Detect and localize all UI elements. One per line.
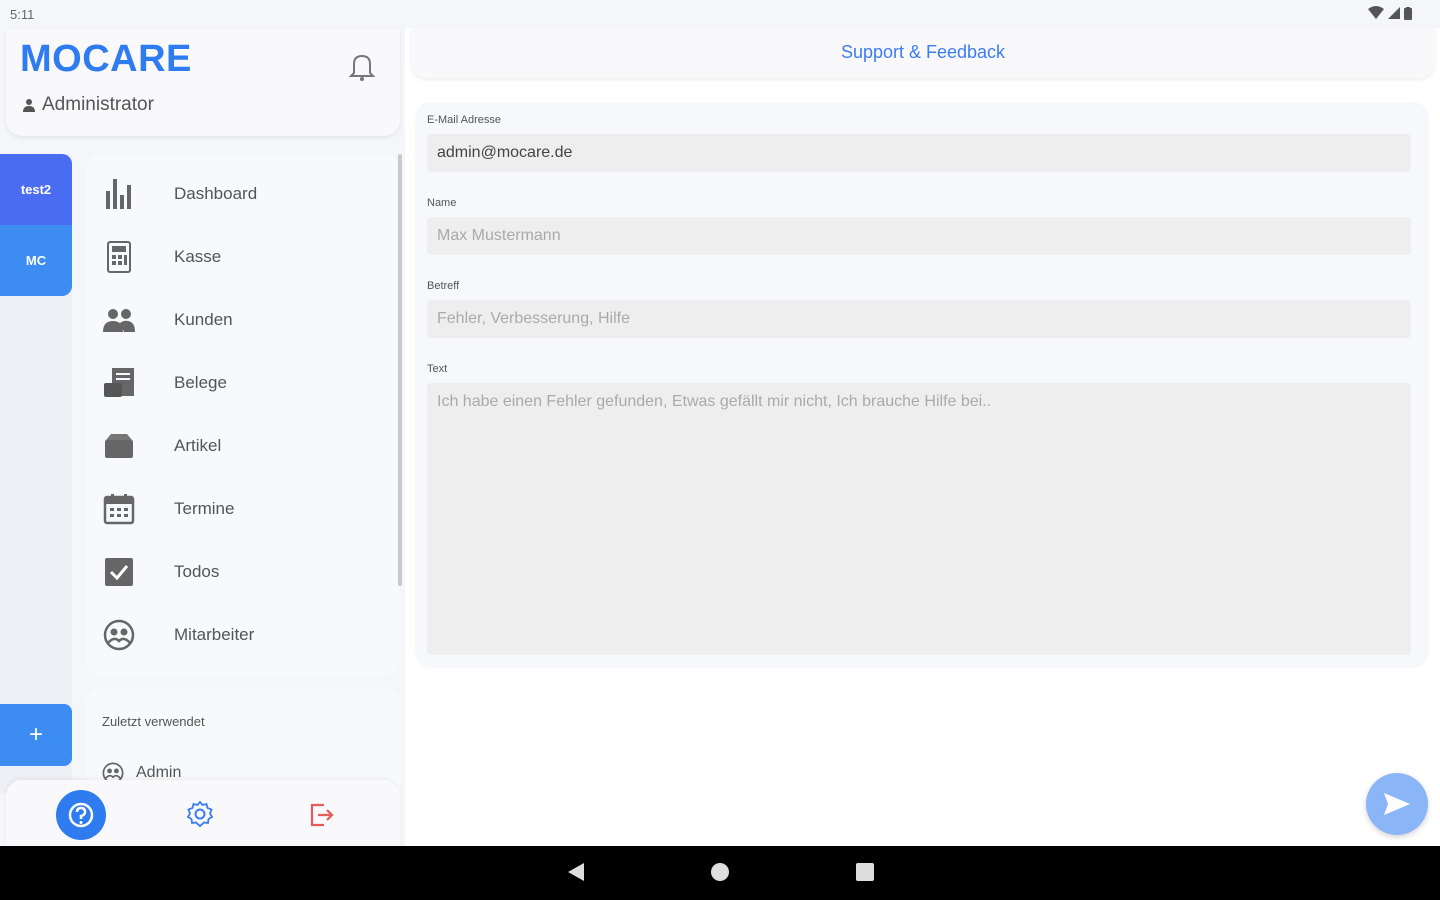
email-field[interactable]: admin@mocare.de bbox=[427, 134, 1411, 172]
menu-label: Dashboard bbox=[174, 183, 258, 203]
help-icon bbox=[68, 802, 94, 828]
subject-label: Betreff bbox=[427, 280, 460, 292]
tenant-switcher: test2 MC bbox=[0, 154, 72, 296]
menu-label: Termine bbox=[174, 498, 235, 518]
signal-icon bbox=[1388, 7, 1400, 19]
checkbox-icon bbox=[102, 555, 136, 589]
page-title: Support & Feedback bbox=[840, 42, 1006, 62]
menu-label: Todos bbox=[174, 561, 220, 581]
main-menu: Dashboard Kasse Kunden Belege Artikel Te… bbox=[86, 154, 400, 676]
recent-title: Zuletzt verwendet bbox=[102, 714, 205, 729]
menu-item-termine[interactable]: Termine bbox=[86, 477, 386, 540]
employees-icon bbox=[102, 618, 136, 652]
user-role: Administrator bbox=[22, 94, 154, 116]
box-icon bbox=[102, 429, 136, 463]
tenant-test2[interactable]: test2 bbox=[0, 154, 72, 225]
message-textarea[interactable]: Ich habe einen Fehler gefunden, Etwas ge… bbox=[427, 383, 1411, 655]
back-icon bbox=[568, 863, 584, 881]
add-tenant-button[interactable]: + bbox=[0, 704, 72, 766]
calculator-icon bbox=[102, 240, 136, 274]
help-button[interactable] bbox=[56, 790, 106, 840]
menu-item-dashboard[interactable]: Dashboard bbox=[86, 162, 386, 225]
wifi-icon bbox=[1368, 6, 1384, 19]
send-icon bbox=[1384, 793, 1410, 815]
gear-icon bbox=[186, 800, 214, 828]
calendar-icon bbox=[102, 492, 136, 526]
notification-button[interactable] bbox=[348, 52, 376, 87]
system-navigation-bar bbox=[0, 846, 1440, 900]
bar-chart-icon bbox=[102, 177, 136, 211]
recents-button[interactable] bbox=[855, 862, 875, 887]
name-label: Name bbox=[427, 197, 457, 209]
subject-field[interactable]: Fehler, Verbesserung, Hilfe bbox=[427, 300, 1411, 338]
system-icons bbox=[1368, 6, 1412, 20]
recents-icon bbox=[856, 863, 874, 881]
back-button[interactable] bbox=[566, 862, 586, 887]
person-icon bbox=[23, 99, 35, 112]
left-panel: MOCARE Administrator test2 MC Dashboard … bbox=[0, 28, 405, 846]
home-icon bbox=[711, 863, 729, 881]
logout-button[interactable] bbox=[308, 802, 336, 833]
logout-icon bbox=[310, 803, 334, 827]
receipt-icon bbox=[102, 366, 136, 400]
home-button[interactable] bbox=[710, 862, 730, 887]
bottom-toolbar bbox=[6, 780, 400, 846]
menu-item-mitarbeiter[interactable]: Mitarbeiter bbox=[86, 603, 386, 666]
text-label: Text bbox=[427, 363, 448, 375]
menu-label: Kasse bbox=[174, 246, 222, 266]
menu-label: Belege bbox=[174, 372, 227, 392]
page-header: Support & Feedback bbox=[411, 28, 1435, 78]
menu-label: Mitarbeiter bbox=[174, 624, 255, 644]
menu-item-belege[interactable]: Belege bbox=[86, 351, 386, 414]
brand-card: MOCARE Administrator bbox=[6, 30, 400, 136]
send-button[interactable] bbox=[1366, 773, 1428, 835]
menu-item-kasse[interactable]: Kasse bbox=[86, 225, 386, 288]
status-time: 5:11 bbox=[10, 7, 35, 22]
feedback-form: E-Mail Adresse admin@mocare.de Name Max … bbox=[415, 102, 1429, 668]
menu-item-kunden[interactable]: Kunden bbox=[86, 288, 386, 351]
content-panel: Support & Feedback E-Mail Adresse admin@… bbox=[405, 28, 1440, 846]
name-field[interactable]: Max Mustermann bbox=[427, 217, 1411, 255]
people-icon bbox=[102, 303, 136, 337]
menu-item-artikel[interactable]: Artikel bbox=[86, 414, 386, 477]
status-bar: 5:11 bbox=[0, 0, 1440, 28]
menu-label: Kunden bbox=[174, 309, 233, 329]
settings-button[interactable] bbox=[186, 800, 214, 833]
app-logo: MOCARE bbox=[20, 38, 192, 80]
battery-icon bbox=[1404, 6, 1412, 20]
menu-item-todos[interactable]: Todos bbox=[86, 540, 386, 603]
menu-scrollbar[interactable] bbox=[398, 154, 402, 586]
user-role-label: Administrator bbox=[42, 94, 154, 115]
menu-label: Artikel bbox=[174, 435, 222, 455]
email-label: E-Mail Adresse bbox=[427, 114, 501, 126]
bell-icon bbox=[348, 54, 376, 81]
tenant-mc[interactable]: MC bbox=[0, 225, 72, 296]
